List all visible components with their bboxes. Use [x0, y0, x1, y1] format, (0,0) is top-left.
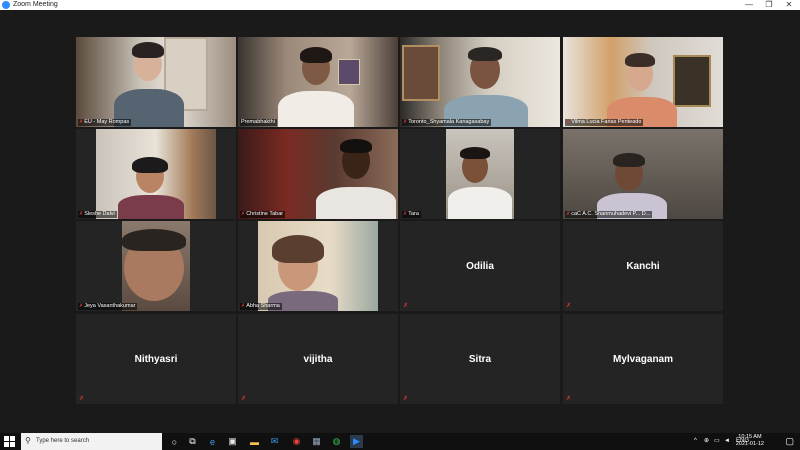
participant-tile-no-video[interactable]: vijitha ✗: [238, 314, 398, 404]
muted-mic-icon: ✗: [403, 396, 409, 402]
zoom-icon: [2, 1, 10, 9]
muted-mic-icon: ✗: [566, 119, 571, 125]
muted-mic-icon: ✗: [566, 303, 572, 309]
participant-name-label: Premabhakthi: [240, 119, 277, 126]
notification-center-icon[interactable]: ▢: [785, 436, 794, 447]
calculator-icon[interactable]: ▦: [310, 435, 323, 448]
participant-hair: [272, 235, 324, 263]
participant-body: [448, 187, 512, 219]
participant-tile-no-video[interactable]: Odilia ✗: [400, 221, 560, 311]
muted-mic-icon: ✗: [566, 211, 571, 217]
muted-mic-icon: ✗: [403, 303, 409, 309]
video-tile[interactable]: ✗Abha Sharma: [238, 221, 398, 311]
video-tile[interactable]: ✗caC A.C. Shanmuhadevi P... D...: [563, 129, 723, 219]
chevron-up-icon[interactable]: ^: [694, 433, 697, 450]
taskbar-search-box[interactable]: ⚲ Type here to search: [21, 433, 162, 450]
participant-tile-no-video[interactable]: Mylvaganam ✗: [563, 314, 723, 404]
participant-tile-no-video[interactable]: Sitra ✗: [400, 314, 560, 404]
participant-name-label: ✗Jeya Vasanthakumar: [78, 303, 138, 310]
maximize-button[interactable]: ❐: [762, 0, 776, 10]
participant-hair: [132, 42, 164, 58]
participant-name-label: ✗Vilma Lucia Farias Penteado: [565, 119, 644, 126]
participant-name-label: ✗Toronto_Shyamala Kanagasabay: [402, 119, 492, 126]
participant-name: Sitra: [468, 353, 492, 365]
video-tile[interactable]: ✗Jeya Vasanthakumar: [76, 221, 236, 311]
muted-mic-icon: ✗: [403, 119, 408, 125]
muted-mic-icon: ✗: [241, 211, 246, 217]
network-icon[interactable]: ⊕: [704, 433, 709, 450]
edge-icon[interactable]: e: [206, 435, 219, 448]
video-tile[interactable]: ✗Sleshe Dalvi: [76, 129, 236, 219]
video-tile[interactable]: ✗Christine Tabar: [238, 129, 398, 219]
video-tile[interactable]: ✗Vilma Lucia Farias Penteado: [563, 37, 723, 127]
muted-mic-icon: ✗: [79, 119, 84, 125]
gallery-view: ✗EU - May Rompas Premabhakthi ✗Toronto_S…: [0, 10, 800, 433]
participant-body: [278, 91, 354, 127]
participant-name: vijitha: [303, 353, 333, 365]
muted-mic-icon: ✗: [241, 396, 247, 402]
chrome-icon[interactable]: ◉: [290, 435, 303, 448]
battery-icon[interactable]: ▭: [714, 433, 720, 450]
muted-mic-icon: ✗: [79, 211, 84, 217]
search-placeholder: Type here to search: [36, 438, 90, 444]
participant-name: Odilia: [466, 260, 494, 272]
video-tile-active-speaker[interactable]: Premabhakthi: [238, 37, 398, 127]
muted-mic-icon: ✗: [79, 303, 84, 309]
participant-tile-no-video[interactable]: Kanchi ✗: [563, 221, 723, 311]
window-title: Zoom Meeting: [13, 1, 58, 8]
muted-mic-icon: ✗: [403, 211, 408, 217]
background-painting: [673, 55, 711, 107]
minimize-button[interactable]: —: [742, 0, 756, 10]
participant-hair: [625, 53, 655, 67]
muted-mic-icon: ✗: [241, 303, 246, 309]
video-tile[interactable]: ✗Toronto_Shyamala Kanagasabay: [400, 37, 560, 127]
participant-tile-no-video[interactable]: Nithyasri ✗: [76, 314, 236, 404]
participant-hair: [340, 139, 372, 153]
participant-name-label: ✗Abha Sharma: [240, 303, 282, 310]
file-explorer-icon[interactable]: ▬: [248, 435, 261, 448]
participant-hair: [122, 229, 186, 251]
participant-name-label: ✗EU - May Rompas: [78, 119, 132, 126]
clock-date: 2021-01-12: [735, 441, 764, 447]
clock-time: 10:15 AM: [738, 434, 762, 440]
participant-hair: [468, 47, 502, 61]
video-tile[interactable]: ✗EU - May Rompas: [76, 37, 236, 127]
participant-name: Mylvaganam: [612, 353, 674, 365]
volume-icon[interactable]: ◄: [724, 433, 730, 450]
participant-hair: [300, 47, 332, 63]
background-picture: [338, 59, 360, 85]
participant-body: [316, 187, 396, 219]
windows-start-icon[interactable]: [4, 436, 15, 447]
participant-name-label: ✗Sleshe Dalvi: [78, 211, 117, 218]
store-icon[interactable]: ▣: [226, 435, 239, 448]
participant-name-label: ✗caC A.C. Shanmuhadevi P... D...: [565, 211, 653, 218]
video-tile[interactable]: ✗Tara: [400, 129, 560, 219]
task-view-icon[interactable]: ⧉: [186, 435, 199, 448]
background-painting: [402, 45, 440, 101]
participant-hair: [460, 147, 490, 159]
cortana-icon[interactable]: ○: [168, 435, 181, 448]
close-button[interactable]: ✕: [782, 0, 796, 10]
zoom-taskbar-icon[interactable]: ▶: [350, 435, 363, 448]
participant-body: [118, 195, 184, 219]
system-clock[interactable]: 10:15 AM 2021-01-12: [736, 434, 764, 448]
participant-name: Nithyasri: [134, 353, 178, 365]
search-icon: ⚲: [25, 436, 31, 445]
headphones: [132, 157, 168, 173]
title-bar: Zoom Meeting — ❐ ✕: [0, 0, 800, 10]
muted-mic-icon: ✗: [79, 396, 85, 402]
taskbar: ⚲ Type here to search ○ ⧉ e ▣ ▬ ✉ ◉ ▦ ◍ …: [0, 433, 800, 450]
participant-hair: [613, 153, 645, 167]
muted-mic-icon: ✗: [566, 396, 572, 402]
participant-name: Kanchi: [626, 260, 660, 272]
participant-name-label: ✗Christine Tabar: [240, 211, 286, 218]
whatsapp-icon[interactable]: ◍: [330, 435, 343, 448]
participant-name-label: ✗Tara: [402, 211, 421, 218]
mail-icon[interactable]: ✉: [268, 435, 281, 448]
